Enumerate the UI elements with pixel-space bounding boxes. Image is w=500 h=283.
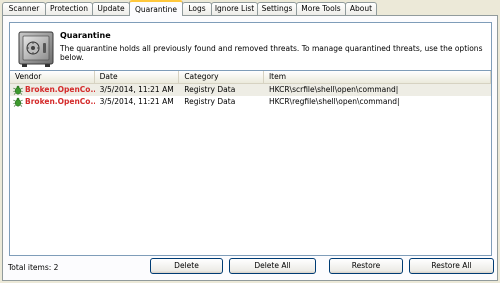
list-header: Vendor Date Category Item <box>10 71 491 84</box>
tab-scanner[interactable]: Scanner <box>2 2 46 16</box>
bug-icon <box>13 85 23 95</box>
tab-quarantine[interactable]: Quarantine <box>129 0 183 16</box>
tab-protection[interactable]: Protection <box>45 2 93 16</box>
vendor-cell: Broken.OpenCo... <box>10 84 95 96</box>
tab-about[interactable]: About <box>345 2 377 16</box>
delete-all-button[interactable]: Delete All <box>229 258 316 274</box>
quarantine-header: Quarantine The quarantine holds all prev… <box>9 22 492 77</box>
date-cell: 3/5/2014, 11:21 AM <box>99 85 174 94</box>
table-row[interactable]: Broken.OpenCo... 3/5/2014, 11:21 AM Regi… <box>10 84 491 96</box>
category-cell: Registry Data <box>184 97 236 106</box>
tab-logs[interactable]: Logs <box>182 2 212 16</box>
safe-icon <box>16 29 56 69</box>
restore-button[interactable]: Restore <box>329 258 403 274</box>
bug-icon <box>13 97 23 107</box>
item-cell: HKCR\regfile\shell\open\command| <box>268 97 400 106</box>
column-header-item[interactable]: Item <box>264 71 491 83</box>
quarantine-panel: Quarantine The quarantine holds all prev… <box>2 15 498 281</box>
vendor-name: Broken.OpenCo... <box>25 85 95 94</box>
restore-all-button[interactable]: Restore All <box>409 258 494 274</box>
item-cell: HKCR\scrfile\shell\open\command| <box>268 85 399 94</box>
quarantine-list[interactable]: Vendor Date Category Item Broken.OpenCo.… <box>9 70 492 256</box>
vendor-cell: Broken.OpenCo... <box>10 96 95 108</box>
column-header-date[interactable]: Date <box>95 71 180 83</box>
vendor-name: Broken.OpenCo... <box>25 97 95 106</box>
delete-button[interactable]: Delete <box>150 258 223 274</box>
table-row[interactable]: Broken.OpenCo... 3/5/2014, 11:21 AM Regi… <box>10 96 491 108</box>
date-cell: 3/5/2014, 11:21 AM <box>99 97 174 106</box>
page-title: Quarantine <box>60 31 111 40</box>
tab-settings[interactable]: Settings <box>257 2 297 16</box>
total-items-label: Total items: 2 <box>8 263 59 272</box>
tab-ignore-list[interactable]: Ignore List <box>211 2 258 16</box>
tab-strip: Scanner Protection Update Quarantine Log… <box>2 0 498 16</box>
column-header-vendor[interactable]: Vendor <box>10 71 95 83</box>
category-cell: Registry Data <box>184 85 236 94</box>
tab-more-tools[interactable]: More Tools <box>296 2 346 16</box>
tab-update[interactable]: Update <box>92 2 130 16</box>
page-description: The quarantine holds all previously foun… <box>60 44 483 62</box>
column-header-category[interactable]: Category <box>179 71 264 83</box>
